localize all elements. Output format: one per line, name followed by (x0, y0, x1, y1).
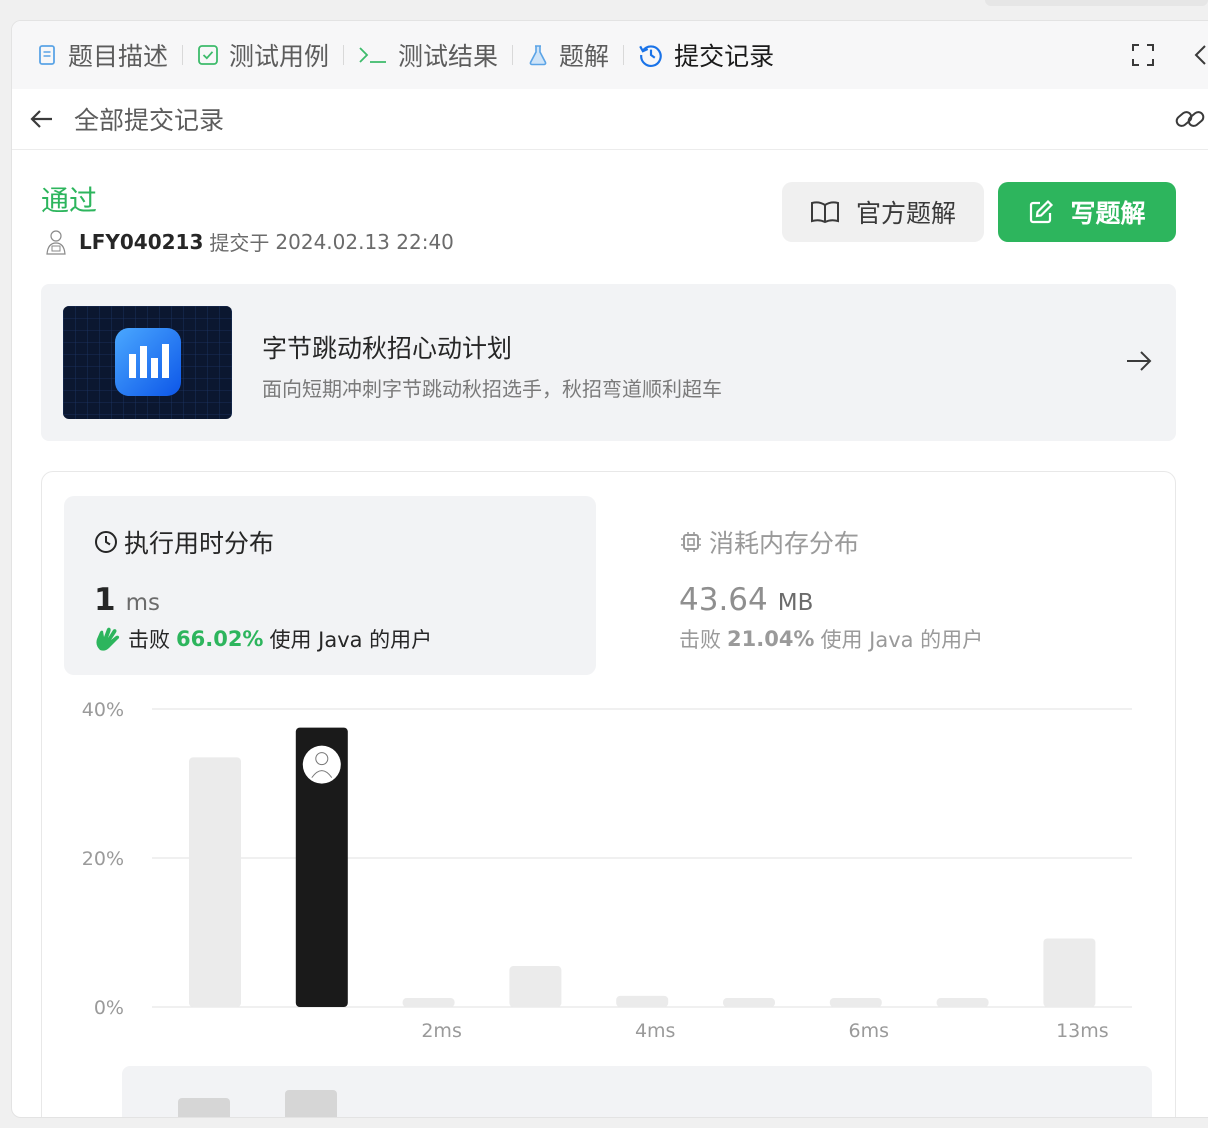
memory-beat-suffix: 使用 Java 的用户 (820, 628, 984, 652)
memory-beat-label: 击败 (679, 628, 721, 652)
submitted-time: 2024.02.13 22:40 (275, 229, 454, 254)
memory-beat: 击败 21.04% 使用 Java 的用户 (679, 624, 983, 654)
top-strip (985, 0, 1208, 6)
runtime-unit: ms (125, 590, 160, 616)
tab-results-label: 测试结果 (398, 42, 499, 71)
runtime-number: 1 (94, 582, 116, 618)
banner-subtitle: 面向短期冲刺字节跳动秋招选手，秋招弯道顺利超车 (262, 377, 722, 401)
memory-title: 消耗内存分布 (679, 524, 859, 560)
write-solution-button[interactable]: 写题解 (998, 182, 1176, 242)
submission-status: 通过 (41, 184, 98, 217)
memory-number: 43.64 (679, 582, 768, 618)
tab-description-label: 题目描述 (68, 42, 169, 71)
y-tick-label: 20% (82, 848, 124, 870)
promo-banner[interactable]: 字节跳动秋招心动计划 面向短期冲刺字节跳动秋招选手，秋招弯道顺利超车 (41, 284, 1176, 441)
all-submissions-title: 全部提交记录 (74, 106, 225, 135)
x-tick-label: 13ms (1056, 1020, 1109, 1042)
runtime-beat-suffix: 使用 Java 的用户 (269, 628, 433, 652)
runtime-beat-percent: 66.02% (176, 627, 264, 651)
write-solution-label: 写题解 (1070, 199, 1146, 228)
distribution-bar (616, 995, 669, 1007)
username[interactable]: LFY040213 (79, 230, 203, 254)
edit-icon (1030, 199, 1054, 224)
link-icon[interactable] (1174, 105, 1206, 133)
memory-title-text: 消耗内存分布 (709, 529, 860, 558)
tab-bar: 题目描述 测试用例 测试结果 题解 提交记录 (12, 21, 1208, 89)
runtime-value: 1 ms (94, 582, 160, 618)
y-tick-label: 0% (94, 997, 124, 1019)
x-tick-label: 2ms (421, 1020, 462, 1042)
runtime-card[interactable]: 执行用时分布 1 ms 击败 66.02% 使用 Java 的用户 (64, 496, 596, 675)
memory-unit: MB (777, 590, 814, 616)
tab-testcases-label: 测试用例 (229, 42, 330, 71)
x-tick-label: 4ms (635, 1020, 676, 1042)
submission-meta: LFY040213 提交于 2024.02.13 22:40 (45, 227, 454, 256)
banner-image (63, 306, 232, 419)
tab-submissions[interactable]: 提交记录 (638, 21, 774, 89)
tab-description[interactable]: 题目描述 (36, 21, 168, 89)
runtime-beat: 击败 66.02% 使用 Java 的用户 (94, 624, 432, 654)
checkbox-icon (198, 45, 218, 65)
x-tick-label: 6ms (849, 1020, 890, 1042)
distribution-bar (189, 757, 241, 1007)
distribution-bar (829, 998, 882, 1007)
distribution-bar (723, 998, 775, 1007)
memory-beat-percent: 21.04% (727, 627, 815, 651)
document-icon (39, 45, 55, 65)
tab-divider (182, 45, 184, 65)
tab-divider (623, 45, 625, 65)
clock-icon (95, 531, 117, 553)
tab-solutions-label: 题解 (559, 42, 610, 71)
chip-icon (681, 532, 701, 552)
history-icon (639, 45, 662, 67)
official-solution-button[interactable]: 官方题解 (782, 182, 984, 242)
submitted-label: 提交于 (209, 231, 270, 255)
tab-divider (343, 45, 345, 65)
runtime-title-text: 执行用时分布 (124, 529, 275, 558)
runtime-beat-label: 击败 (128, 628, 170, 652)
flask-icon (529, 45, 547, 66)
submission-panel: 题目描述 测试用例 测试结果 题解 提交记录 全部提交记录 通过 LFY0402… (11, 20, 1208, 1118)
tab-actions (1130, 21, 1208, 89)
arrow-right-icon (1127, 351, 1152, 371)
book-open-icon (810, 201, 839, 224)
mini-bar (285, 1090, 337, 1117)
runtime-distribution-chart: 0% 20% 40% 2ms 4ms 6ms 13ms (82, 699, 1132, 1042)
stats-section: 执行用时分布 1 ms 击败 66.02% 使用 Java 的用户 消耗内存分布 … (41, 471, 1176, 1117)
official-solution-label: 官方题解 (855, 199, 956, 228)
avatar[interactable] (45, 229, 67, 255)
arrow-left-icon[interactable] (28, 105, 56, 133)
y-tick-label: 40% (82, 699, 124, 721)
clap-icon (96, 627, 120, 651)
tab-divider (512, 45, 514, 65)
distribution-bar (509, 966, 562, 1007)
tab-testcases[interactable]: 测试用例 (197, 21, 329, 89)
fullscreen-icon[interactable] (1130, 42, 1156, 68)
chart-range-selector[interactable] (122, 1066, 1152, 1117)
tab-submissions-label: 提交记录 (674, 42, 775, 71)
terminal-icon (359, 47, 387, 63)
banner-title: 字节跳动秋招心动计划 (262, 334, 513, 363)
tab-solutions[interactable]: 题解 (527, 21, 609, 89)
distribution-bar (936, 998, 989, 1007)
tab-results[interactable]: 测试结果 (358, 21, 498, 89)
distribution-bar (1043, 938, 1096, 1007)
runtime-title: 执行用时分布 (94, 524, 274, 560)
distribution-bar (402, 998, 455, 1007)
memory-value: 43.64 MB (679, 582, 813, 618)
memory-card[interactable]: 消耗内存分布 43.64 MB 击败 21.04% 使用 Java 的用户 (649, 496, 1129, 675)
submissions-subbar: 全部提交记录 (12, 89, 1208, 150)
chevron-left-icon[interactable] (1188, 42, 1208, 68)
mini-bar (178, 1098, 230, 1117)
